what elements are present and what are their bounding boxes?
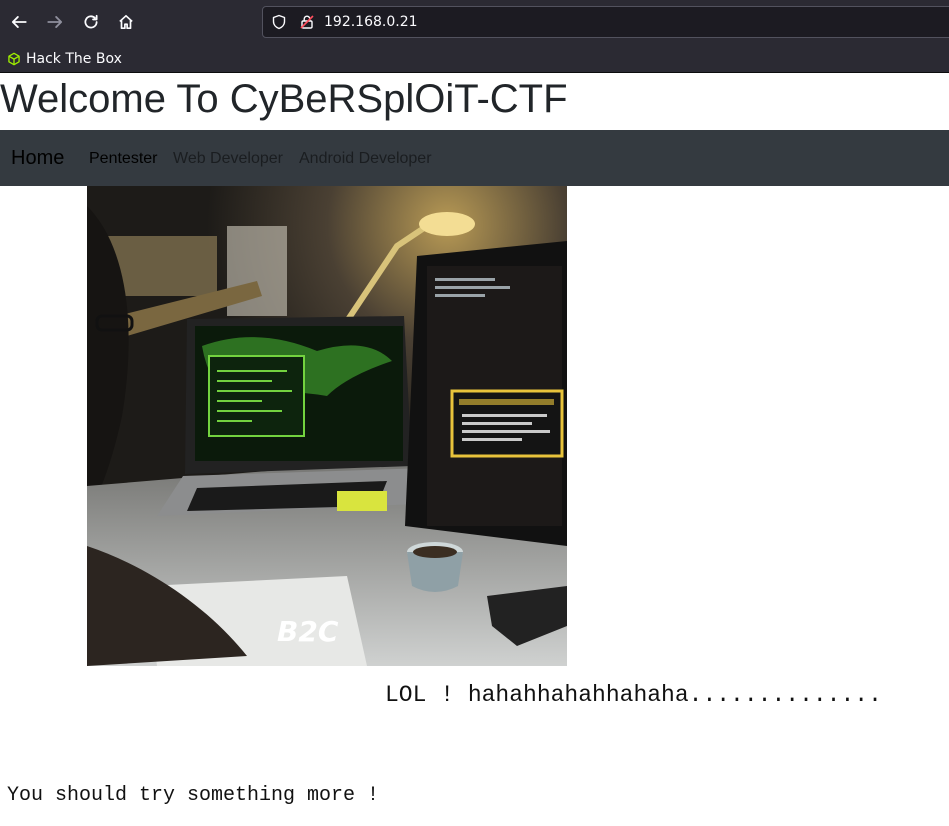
arrow-right-icon bbox=[47, 16, 63, 28]
hint-message: You should try something more ! bbox=[7, 784, 380, 807]
browser-toolbar: 192.168.0.21 bbox=[0, 0, 949, 45]
arrow-left-icon bbox=[11, 16, 27, 28]
bookmark-hack-the-box[interactable]: Hack The Box bbox=[7, 49, 122, 69]
url-text[interactable]: 192.168.0.21 bbox=[324, 14, 418, 30]
back-button[interactable] bbox=[7, 10, 31, 34]
bookmarks-toolbar: Hack The Box bbox=[0, 45, 949, 73]
nav-link-web-developer[interactable]: Web Developer bbox=[173, 150, 283, 168]
nav-link-android-developer[interactable]: Android Developer bbox=[299, 150, 432, 168]
insecure-lock-icon[interactable] bbox=[299, 14, 315, 30]
nav-link-pentester[interactable]: Pentester bbox=[89, 150, 157, 168]
page-title: Welcome To CyBeRSplOiT-CTF bbox=[0, 77, 568, 121]
home-button[interactable] bbox=[114, 10, 138, 34]
hack-the-box-icon bbox=[8, 52, 20, 66]
bookmark-label: Hack The Box bbox=[26, 51, 122, 67]
lol-message: LOL ! hahahhahahhahaha.............. bbox=[385, 682, 882, 708]
hacker-scene-illustration: B2C bbox=[87, 186, 567, 666]
forward-button[interactable] bbox=[43, 10, 67, 34]
hacker-desk-image: B2C bbox=[87, 186, 567, 666]
home-icon bbox=[119, 14, 133, 30]
address-bar[interactable]: 192.168.0.21 bbox=[262, 6, 949, 38]
reload-icon bbox=[84, 14, 98, 29]
reload-button[interactable] bbox=[79, 10, 103, 34]
navbar: Home Pentester Web Developer Android Dev… bbox=[0, 130, 949, 186]
b2c-watermark: B2C bbox=[277, 615, 339, 648]
navbar-brand-home[interactable]: Home bbox=[11, 146, 64, 170]
shield-icon[interactable] bbox=[271, 14, 287, 30]
